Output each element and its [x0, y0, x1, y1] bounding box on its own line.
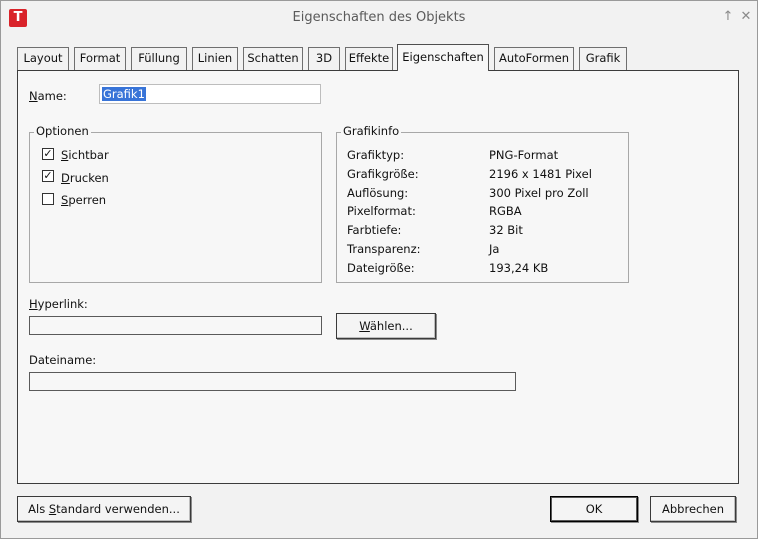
info-label: Farbtiefe: — [347, 223, 402, 237]
info-value: 32 Bit — [489, 223, 523, 237]
waehlen-button[interactable]: Wählen... — [336, 313, 436, 339]
check-mark-icon: ✓ — [43, 169, 53, 182]
tab-effekte[interactable]: Effekte — [345, 47, 393, 70]
info-label: Transparenz: — [347, 242, 421, 256]
window-title: Eigenschaften des Objekts — [292, 10, 466, 25]
hyperlink-label: Hyperlink: — [29, 297, 88, 311]
tab-format[interactable]: Format — [74, 47, 126, 70]
tab-layout[interactable]: Layout — [17, 47, 69, 70]
name-input-value: Grafik1 — [102, 87, 146, 101]
info-value: PNG-Format — [489, 148, 559, 162]
close-icon[interactable]: ✕ — [738, 9, 754, 25]
optionen-group: Optionen ✓ Sichtbar ✓ Drucken Sperren — [29, 124, 322, 283]
drucken-checkbox[interactable]: ✓ — [42, 170, 54, 182]
info-value: 193,24 KB — [489, 261, 549, 275]
info-label: Grafikgröße: — [347, 167, 419, 181]
sichtbar-label[interactable]: Sichtbar — [61, 148, 109, 162]
sichtbar-checkbox[interactable]: ✓ — [42, 148, 54, 160]
als-standard-button[interactable]: Als Standard verwenden... — [17, 496, 191, 522]
optionen-title: Optionen — [34, 124, 91, 138]
dialog-window: T Eigenschaften des Objekts ↑ ✕ Layout F… — [0, 0, 758, 539]
tab-fuellung[interactable]: Füllung — [131, 47, 187, 70]
sperren-label[interactable]: Sperren — [61, 193, 106, 207]
info-value: RGBA — [489, 204, 522, 218]
tab-autoformen[interactable]: AutoFormen — [494, 47, 574, 70]
tab-3d[interactable]: 3D — [308, 47, 340, 70]
grafikinfo-title: Grafikinfo — [341, 124, 402, 138]
info-label: Dateigröße: — [347, 261, 415, 275]
hyperlink-input[interactable] — [29, 316, 322, 335]
sperren-checkbox[interactable] — [42, 193, 54, 205]
dateiname-label: Dateiname: — [29, 353, 97, 367]
grafikinfo-group: Grafikinfo Grafiktyp: PNG-Format Grafikg… — [336, 124, 629, 283]
pin-arrow-icon[interactable]: ↑ — [720, 9, 736, 25]
name-label: Name: — [29, 89, 67, 103]
drucken-label[interactable]: Drucken — [61, 171, 109, 185]
tab-grafik[interactable]: Grafik — [579, 47, 627, 70]
title-bar[interactable]: T Eigenschaften des Objekts ↑ ✕ — [1, 1, 757, 35]
info-label: Pixelformat: — [347, 204, 416, 218]
info-value: 300 Pixel pro Zoll — [489, 186, 589, 200]
info-value: 2196 x 1481 Pixel — [489, 167, 592, 181]
properties-panel: Name: Grafik1 Optionen ✓ Sichtbar ✓ Druc… — [17, 70, 739, 484]
info-value: Ja — [489, 242, 500, 256]
tab-eigenschaften[interactable]: Eigenschaften — [397, 44, 489, 71]
check-mark-icon: ✓ — [43, 147, 53, 160]
tab-linien[interactable]: Linien — [192, 47, 238, 70]
abbrechen-button[interactable]: Abbrechen — [650, 496, 736, 522]
name-input[interactable]: Grafik1 — [99, 84, 321, 104]
tab-schatten[interactable]: Schatten — [243, 47, 303, 70]
info-label: Grafiktyp: — [347, 148, 405, 162]
info-label: Auflösung: — [347, 186, 409, 200]
ok-button[interactable]: OK — [550, 496, 638, 522]
dateiname-input[interactable] — [29, 372, 516, 391]
